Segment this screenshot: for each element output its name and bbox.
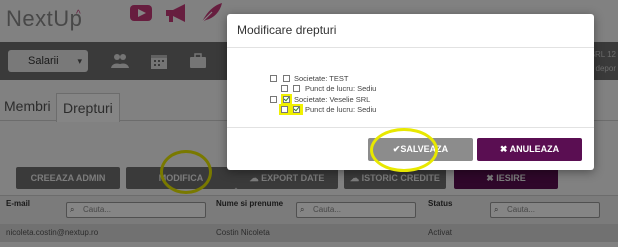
workplace-checkbox-checked[interactable] — [293, 106, 300, 113]
tree-item-label: Societate: Veselie SRL — [294, 95, 371, 104]
cancel-button[interactable]: ✖ ANULEAZA — [477, 138, 582, 161]
tree-item-company-test[interactable]: Societate: TEST — [270, 74, 470, 84]
collapse-checkbox[interactable] — [270, 96, 277, 103]
tree-item-label: Punct de lucru: Sediu — [305, 84, 377, 93]
collapse-checkbox[interactable] — [270, 75, 277, 82]
collapse-checkbox[interactable] — [281, 106, 288, 113]
tree-item-label: Punct de lucru: Sediu — [305, 105, 377, 114]
tree-item-label: Societate: TEST — [294, 74, 349, 83]
highlight-annotation-save — [370, 128, 438, 172]
tree-item-workplace-sediu[interactable]: Punct de lucru: Sediu — [281, 84, 481, 94]
tree-item-workplace-sediu-2[interactable]: Punct de lucru: Sediu — [279, 104, 481, 115]
collapse-checkbox[interactable] — [281, 85, 288, 92]
company-checkbox-checked[interactable] — [283, 96, 290, 103]
workplace-checkbox[interactable] — [293, 85, 300, 92]
dialog-divider — [227, 47, 594, 48]
modify-rights-dialog: Modificare drepturi Societate: TEST Punc… — [227, 14, 594, 172]
close-icon: ✖ — [499, 144, 510, 154]
company-checkbox[interactable] — [283, 75, 290, 82]
dialog-title: Modificare drepturi — [237, 23, 337, 37]
cancel-label: ANULEAZA — [509, 144, 560, 154]
